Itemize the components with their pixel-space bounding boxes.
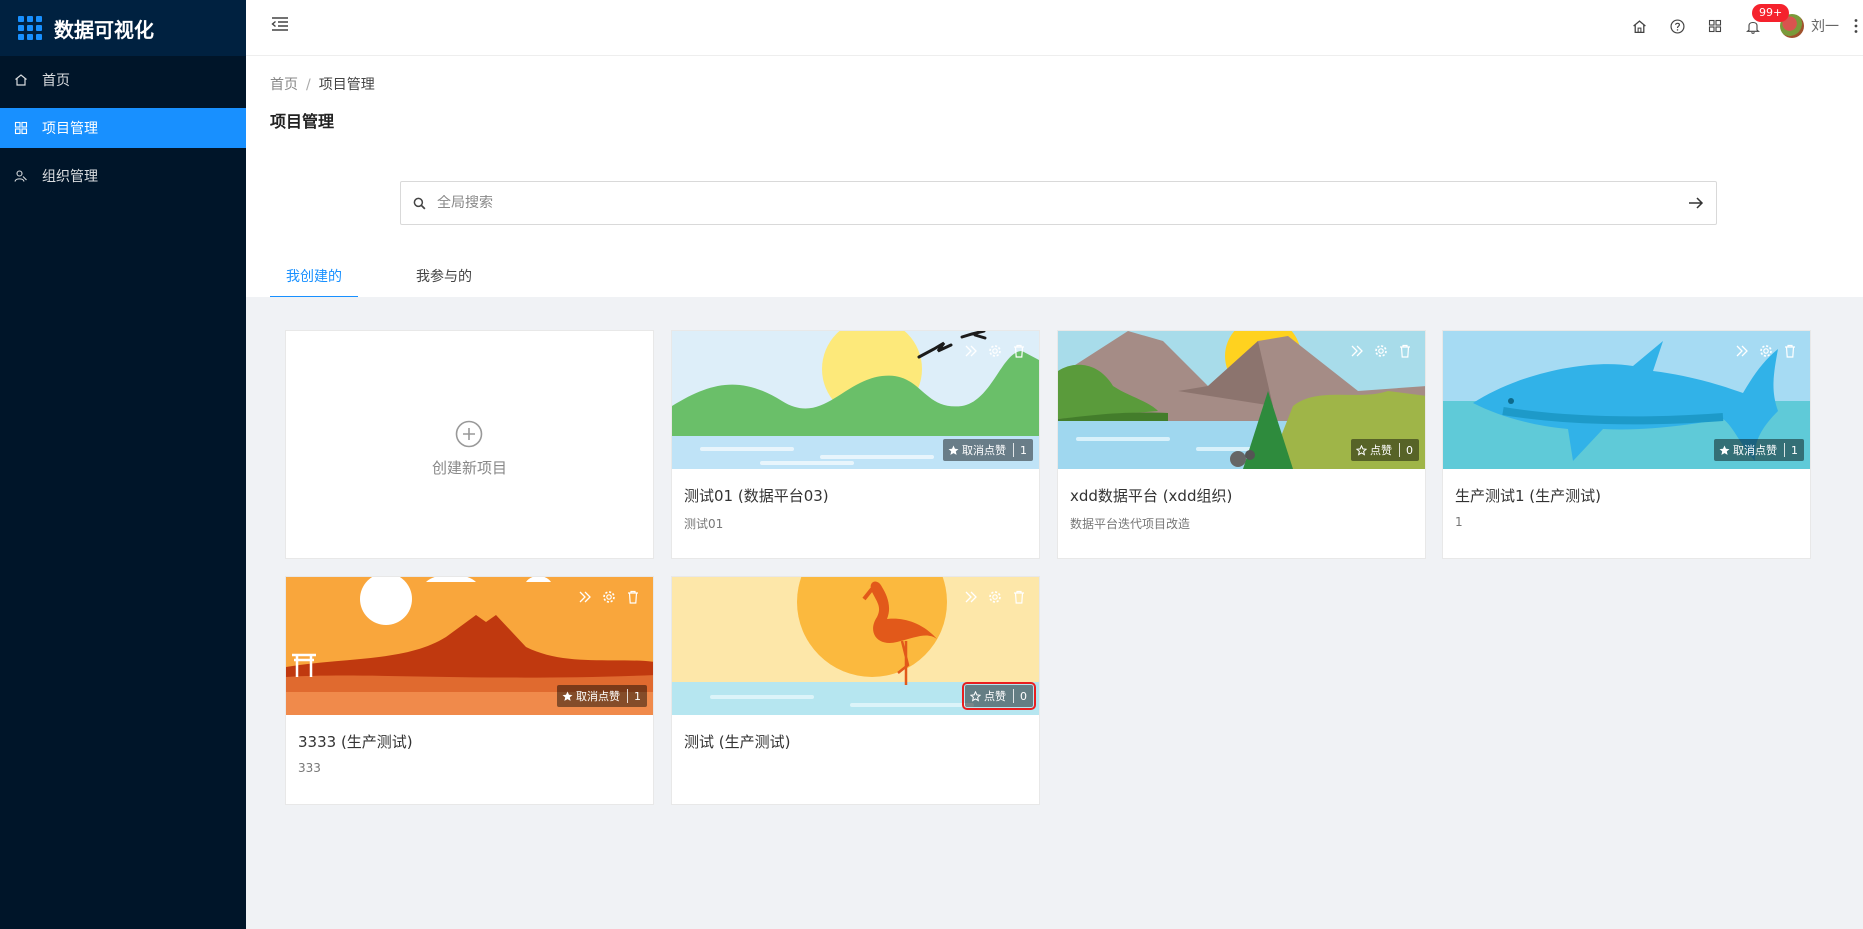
home-icon xyxy=(14,73,28,87)
like-count: 1 xyxy=(1020,443,1027,457)
project-description: 1 xyxy=(1455,515,1463,529)
double-right-icon[interactable] xyxy=(573,587,597,607)
apps-icon[interactable] xyxy=(1696,0,1734,52)
search-icon xyxy=(413,197,427,210)
like-label: 取消点赞 xyxy=(576,690,620,703)
card-actions xyxy=(959,587,1031,607)
grid-icon xyxy=(14,121,28,135)
project-grid: 创建新项目 取消点赞 1 测试01 (数据平台03) 测试01 点赞 0 xdd… xyxy=(246,297,1863,929)
sidebar-item-label: 首页 xyxy=(42,73,70,89)
card-actions xyxy=(1345,341,1417,361)
tab-created-by-me[interactable]: 我创建的 xyxy=(270,266,358,298)
like-label: 点赞 xyxy=(984,690,1006,703)
card-actions xyxy=(1730,341,1802,361)
project-tabs: 我创建的 我参与的 xyxy=(270,266,530,298)
bell-icon[interactable]: 99+ xyxy=(1734,0,1790,52)
project-title: 生产测试1 (生产测试) xyxy=(1455,487,1602,505)
like-count: 1 xyxy=(1791,443,1798,457)
gear-icon[interactable] xyxy=(983,587,1007,607)
more-icon[interactable] xyxy=(1849,0,1863,52)
logo-grid-icon xyxy=(18,16,42,40)
project-card[interactable]: 取消点赞 1 3333 (生产测试) 333 xyxy=(285,576,654,805)
page-header: 首页 / 项目管理 项目管理 我创建的 我参与的 xyxy=(246,56,1863,298)
project-description: 333 xyxy=(298,761,321,775)
star-filled-icon xyxy=(1719,445,1730,455)
create-project-card[interactable]: 创建新项目 xyxy=(285,330,654,559)
menu-fold-icon[interactable] xyxy=(270,14,290,34)
header-toolbar: 99+ 刘一 xyxy=(1620,0,1863,52)
like-button[interactable]: 取消点赞 1 xyxy=(943,439,1033,461)
tab-participated[interactable]: 我参与的 xyxy=(400,266,488,298)
project-card[interactable]: 点赞 0 测试 (生产测试) xyxy=(671,576,1040,805)
global-search xyxy=(400,181,1717,225)
sidebar-menu: 首页 项目管理 组织管理 xyxy=(0,60,246,196)
project-title: xdd数据平台 (xdd组织) xyxy=(1070,487,1233,505)
breadcrumb-separator: / xyxy=(306,77,311,93)
gear-icon[interactable] xyxy=(1369,341,1393,361)
home-icon[interactable] xyxy=(1620,0,1658,52)
double-right-icon[interactable] xyxy=(1345,341,1369,361)
gear-icon[interactable] xyxy=(597,587,621,607)
gear-icon[interactable] xyxy=(983,341,1007,361)
create-project-label: 创建新项目 xyxy=(431,459,507,477)
gear-icon[interactable] xyxy=(1754,341,1778,361)
sidebar-item-label: 项目管理 xyxy=(42,121,98,137)
page-title: 项目管理 xyxy=(270,112,335,131)
sidebar-item-home[interactable]: 首页 xyxy=(0,60,246,100)
delete-icon[interactable] xyxy=(1007,587,1031,607)
like-label: 点赞 xyxy=(1370,444,1392,457)
star-outline-icon xyxy=(1356,444,1367,456)
sidebar-item-projects[interactable]: 项目管理 xyxy=(0,108,246,148)
plus-circle-icon xyxy=(455,420,483,448)
like-count: 1 xyxy=(634,689,641,703)
like-count: 0 xyxy=(1406,443,1413,457)
sidebar: 数据可视化 首页 项目管理 组织管理 xyxy=(0,0,246,929)
like-button[interactable]: 点赞 0 xyxy=(962,682,1036,710)
sidebar-item-label: 组织管理 xyxy=(42,169,98,185)
user-menu[interactable]: 刘一 xyxy=(1780,14,1849,38)
like-label: 取消点赞 xyxy=(1733,444,1777,457)
project-title: 测试01 (数据平台03) xyxy=(684,487,829,505)
delete-icon[interactable] xyxy=(1007,341,1031,361)
delete-icon[interactable] xyxy=(1778,341,1802,361)
app-title: 数据可视化 xyxy=(54,17,154,42)
project-description: 数据平台迭代项目改造 xyxy=(1070,517,1191,531)
delete-icon[interactable] xyxy=(621,587,645,607)
breadcrumb-home[interactable]: 首页 xyxy=(270,77,298,93)
project-description: 测试01 xyxy=(684,517,724,531)
like-button[interactable]: 取消点赞 1 xyxy=(1714,439,1804,461)
like-label: 取消点赞 xyxy=(962,444,1006,457)
double-right-icon[interactable] xyxy=(959,587,983,607)
project-card[interactable]: 取消点赞 1 测试01 (数据平台03) 测试01 xyxy=(671,330,1040,559)
help-icon[interactable] xyxy=(1658,0,1696,52)
search-input[interactable] xyxy=(437,195,1676,211)
like-button[interactable]: 取消点赞 1 xyxy=(557,685,647,707)
star-filled-icon xyxy=(562,691,573,701)
arrow-right-icon[interactable] xyxy=(1676,182,1716,224)
like-count: 0 xyxy=(1020,689,1027,703)
project-card[interactable]: 点赞 0 xdd数据平台 (xdd组织) 数据平台迭代项目改造 xyxy=(1057,330,1426,559)
app-logo[interactable]: 数据可视化 xyxy=(0,0,246,56)
breadcrumb: 首页 / 项目管理 xyxy=(270,74,375,94)
project-card[interactable]: 取消点赞 1 生产测试1 (生产测试) 1 xyxy=(1442,330,1811,559)
breadcrumb-current: 项目管理 xyxy=(318,77,375,93)
double-right-icon[interactable] xyxy=(959,341,983,361)
card-actions xyxy=(573,587,645,607)
notification-badge: 99+ xyxy=(1752,4,1790,22)
sidebar-item-organizations[interactable]: 组织管理 xyxy=(0,156,246,196)
top-header: 99+ 刘一 xyxy=(246,0,1863,56)
username: 刘一 xyxy=(1811,19,1839,35)
team-icon xyxy=(14,169,28,183)
like-button[interactable]: 点赞 0 xyxy=(1351,439,1419,461)
card-actions xyxy=(959,341,1031,361)
project-title: 测试 (生产测试) xyxy=(684,733,791,751)
star-outline-icon xyxy=(970,690,981,702)
project-title: 3333 (生产测试) xyxy=(298,733,413,751)
double-right-icon[interactable] xyxy=(1730,341,1754,361)
star-filled-icon xyxy=(948,445,959,455)
delete-icon[interactable] xyxy=(1393,341,1417,361)
